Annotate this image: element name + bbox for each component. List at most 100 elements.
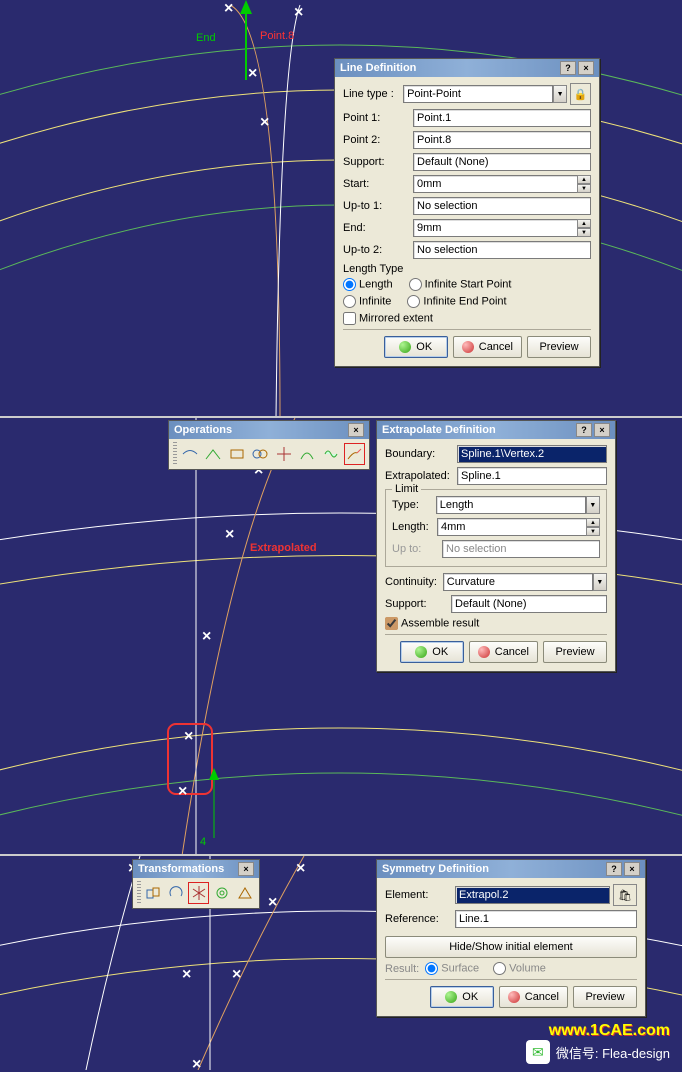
symmetry-icon[interactable] (188, 882, 209, 904)
element-field[interactable] (455, 886, 610, 904)
reference-field[interactable] (455, 910, 637, 928)
close-button[interactable]: × (578, 61, 594, 75)
toolbar-close-button[interactable]: × (348, 423, 364, 437)
continuity-dropdown[interactable] (443, 573, 593, 591)
line-type-dropdown[interactable] (403, 85, 553, 103)
spin-up-icon[interactable]: ▲ (577, 175, 591, 184)
help-button[interactable]: ? (560, 61, 576, 75)
affinity-icon[interactable] (234, 882, 255, 904)
preview-button[interactable]: Preview (573, 986, 637, 1008)
point1-label: Point 1: (343, 112, 413, 124)
start-field[interactable] (413, 175, 578, 193)
radio-infinite[interactable]: Infinite (343, 295, 391, 308)
translate-icon[interactable] (143, 882, 164, 904)
spin-down-icon[interactable]: ▼ (577, 184, 591, 193)
point2-field[interactable] (413, 131, 591, 149)
element-label: Element: (385, 889, 455, 901)
titlebar[interactable]: Symmetry Definition ? × (377, 860, 645, 878)
spin-down-icon[interactable]: ▼ (577, 228, 591, 237)
radio-volume[interactable]: Volume (493, 962, 546, 975)
radio-infinite-label: Infinite (359, 295, 391, 307)
dropdown-arrow-icon[interactable]: ▼ (586, 496, 600, 514)
upto1-field[interactable] (413, 197, 591, 215)
upto1-label: Up-to 1: (343, 200, 413, 212)
cancel-button[interactable]: Cancel (499, 986, 568, 1008)
length-label: Length: (392, 521, 437, 533)
extrapolate-icon[interactable] (344, 443, 366, 465)
titlebar[interactable]: Line Definition ? × (335, 59, 599, 77)
ok-button[interactable]: OK (400, 641, 464, 663)
titlebar[interactable]: Extrapolate Definition ? × (377, 421, 615, 439)
point1-field[interactable] (413, 109, 591, 127)
hide-show-label: Hide/Show initial element (449, 941, 573, 953)
cancel-button[interactable]: Cancel (469, 641, 538, 663)
spin-down-icon[interactable]: ▼ (586, 527, 600, 536)
toolbar-grip[interactable] (137, 881, 141, 905)
ok-button[interactable]: OK (384, 336, 448, 358)
extrapolated-field[interactable] (457, 467, 607, 485)
radio-surface[interactable]: Surface (425, 962, 479, 975)
spin-up-icon[interactable]: ▲ (577, 219, 591, 228)
support-field[interactable] (451, 595, 607, 613)
end-label: End: (343, 222, 413, 234)
boundary-label: Boundary: (385, 448, 457, 460)
toolbar-titlebar[interactable]: Transformations × (133, 860, 259, 878)
upto2-field[interactable] (413, 241, 591, 259)
radio-length[interactable]: Length (343, 278, 393, 291)
type-label: Type: (392, 499, 436, 511)
dropdown-arrow-icon[interactable]: ▼ (593, 573, 607, 591)
toolbar-titlebar[interactable]: Operations × (169, 421, 369, 439)
mirrored-checkbox[interactable]: Mirrored extent (343, 312, 433, 325)
cancel-label: Cancel (495, 646, 529, 658)
cancel-icon (462, 341, 474, 353)
ok-icon (445, 991, 457, 1003)
toolbar-close-button[interactable]: × (238, 862, 254, 876)
radio-inf-end[interactable]: Infinite End Point (407, 295, 506, 308)
disassemble-icon[interactable] (249, 443, 271, 465)
boundary-field[interactable] (457, 445, 607, 463)
radio-inf-start[interactable]: Infinite Start Point (409, 278, 512, 291)
spin-up-icon[interactable]: ▲ (586, 518, 600, 527)
panel-1-viewport: × × × × End Point.8 Line Definition ? × … (0, 0, 682, 418)
close-button[interactable]: × (624, 862, 640, 876)
hide-show-button[interactable]: Hide/Show initial element (385, 936, 637, 958)
extrapolate-definition-dialog: Extrapolate Definition ? × Boundary: Ext… (376, 420, 616, 672)
length-field[interactable] (437, 518, 587, 536)
untrim-icon[interactable] (226, 443, 248, 465)
symmetry-definition-dialog: Symmetry Definition ? × Element: 🛍 Refer… (376, 859, 646, 1017)
rotate-icon[interactable] (166, 882, 187, 904)
end-field[interactable] (413, 219, 578, 237)
scaling-icon[interactable] (211, 882, 232, 904)
toolbar-title: Operations (174, 424, 232, 436)
assemble-checkbox[interactable]: Assemble result (385, 617, 479, 630)
extrapolated-label: Extrapolated: (385, 470, 457, 482)
ok-label: OK (432, 646, 448, 658)
cancel-label: Cancel (479, 341, 513, 353)
boundary-icon[interactable] (296, 443, 318, 465)
result-label: Result: (385, 963, 419, 975)
split-icon[interactable] (273, 443, 295, 465)
cancel-button[interactable]: Cancel (453, 336, 522, 358)
element-bag-icon[interactable]: 🛍 (613, 884, 637, 906)
join-icon[interactable] (179, 443, 201, 465)
preview-button[interactable]: Preview (543, 641, 607, 663)
toolbar-grip[interactable] (173, 442, 177, 466)
ok-button[interactable]: OK (430, 986, 494, 1008)
radio-inf-start-label: Infinite Start Point (425, 278, 512, 290)
type-dropdown[interactable] (436, 496, 586, 514)
line-type-lock-icon[interactable]: 🔒 (570, 83, 591, 105)
preview-button[interactable]: Preview (527, 336, 591, 358)
panel-3-viewport: × × × × × × × Transformations × Symmetry… (0, 856, 682, 1070)
support-field[interactable] (413, 153, 591, 171)
help-button[interactable]: ? (606, 862, 622, 876)
dropdown-arrow-icon[interactable]: ▼ (553, 85, 567, 103)
point2-label: Point 2: (343, 134, 413, 146)
preview-label: Preview (585, 991, 624, 1003)
radio-surface-label: Surface (441, 962, 479, 974)
help-button[interactable]: ? (576, 423, 592, 437)
close-button[interactable]: × (594, 423, 610, 437)
extract-icon[interactable] (320, 443, 342, 465)
operations-toolbar: Operations × (168, 420, 370, 470)
point-label: Point.8 (260, 30, 294, 42)
heal-icon[interactable] (202, 443, 224, 465)
